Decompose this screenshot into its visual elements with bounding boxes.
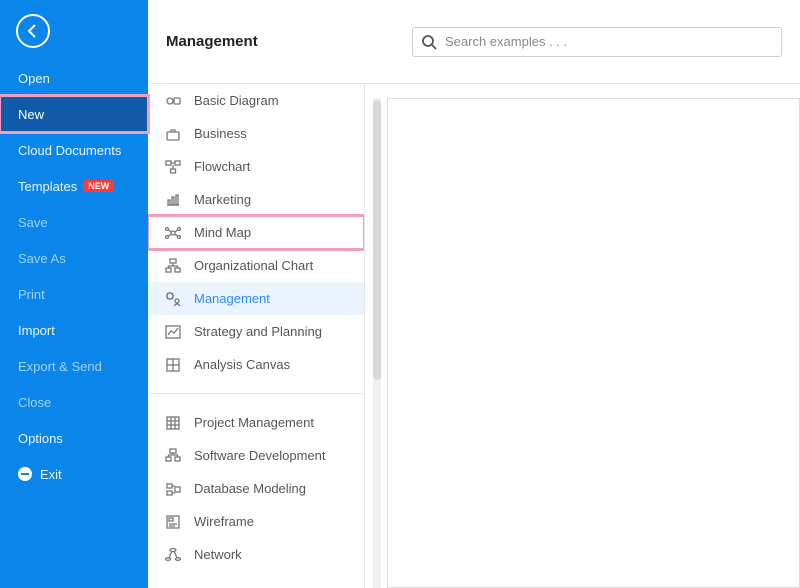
sidebar-item-print[interactable]: Print	[0, 276, 148, 312]
category-basic-diagram[interactable]: Basic Diagram	[148, 84, 364, 117]
barchart-icon	[164, 191, 182, 209]
wireframe-icon	[164, 513, 182, 531]
sidebar-item-close[interactable]: Close	[0, 384, 148, 420]
header: Management	[148, 0, 800, 84]
mindmap-icon	[164, 224, 182, 242]
sidebar: Open New Cloud Documents Templates NEW Save Sa…	[0, 0, 148, 588]
category-analysis-canvas[interactable]: Analysis Canvas	[148, 348, 364, 381]
content: Basic Diagram Business Flowchart Marketing M…	[148, 84, 800, 588]
category-label: Marketing	[194, 192, 251, 207]
category-organizational-chart[interactable]: Organizational Chart	[148, 249, 364, 282]
category-label: Network	[194, 547, 242, 562]
category-label: Software Development	[194, 448, 326, 463]
preview-scrollbar-thumb[interactable]	[373, 100, 381, 380]
category-label: Mind Map	[194, 225, 251, 240]
category-label: Basic Diagram	[194, 93, 279, 108]
category-list: Basic Diagram Business Flowchart Marketing M…	[148, 84, 365, 588]
preview-scrollbar[interactable]	[373, 98, 381, 588]
category-label: Analysis Canvas	[194, 357, 290, 372]
sidebar-item-label: Save	[18, 215, 48, 230]
back-button[interactable]	[16, 14, 50, 48]
sidebar-item-label: Print	[18, 287, 45, 302]
category-strategy-and-planning[interactable]: Strategy and Planning	[148, 315, 364, 348]
exit-icon	[18, 467, 32, 481]
sidebar-item-label: Exit	[40, 467, 62, 482]
sidebar-item-cloud-documents[interactable]: Cloud Documents	[0, 132, 148, 168]
grid2-icon	[164, 356, 182, 374]
category-management[interactable]: Management	[148, 282, 364, 315]
sidebar-item-open[interactable]: Open	[0, 60, 148, 96]
category-marketing[interactable]: Marketing	[148, 183, 364, 216]
sidebar-item-label: New	[18, 107, 44, 122]
sidebar-item-options[interactable]: Options	[0, 420, 148, 456]
flowchart-icon	[164, 158, 182, 176]
sidebar-item-new[interactable]: New	[0, 96, 148, 132]
sidebar-item-label: Save As	[18, 251, 66, 266]
sidebar-item-label: Cloud Documents	[18, 143, 121, 158]
category-divider	[148, 393, 364, 394]
category-label: Project Management	[194, 415, 314, 430]
software-icon	[164, 447, 182, 465]
new-badge: NEW	[83, 180, 114, 192]
category-flowchart[interactable]: Flowchart	[148, 150, 364, 183]
sidebar-item-label: Templates	[18, 179, 77, 194]
search-icon	[421, 34, 437, 50]
category-label: Management	[194, 291, 270, 306]
search-box[interactable]	[412, 27, 782, 57]
sidebar-item-label: Options	[18, 431, 63, 446]
linechart-icon	[164, 323, 182, 341]
arrow-left-icon	[24, 22, 42, 40]
gearuser-icon	[164, 290, 182, 308]
preview-card[interactable]	[387, 98, 800, 588]
database-icon	[164, 480, 182, 498]
briefcase-icon	[164, 125, 182, 143]
category-software-development[interactable]: Software Development	[148, 439, 364, 472]
grid4-icon	[164, 414, 182, 432]
category-label: Database Modeling	[194, 481, 306, 496]
preview-area	[365, 84, 800, 588]
sidebar-item-templates[interactable]: Templates NEW	[0, 168, 148, 204]
category-project-management[interactable]: Project Management	[148, 406, 364, 439]
category-network[interactable]: Network	[148, 538, 364, 571]
sidebar-item-export-send[interactable]: Export & Send	[0, 348, 148, 384]
org-icon	[164, 257, 182, 275]
category-wireframe[interactable]: Wireframe	[148, 505, 364, 538]
basic-icon	[164, 92, 182, 110]
sidebar-item-label: Import	[18, 323, 55, 338]
category-label: Strategy and Planning	[194, 324, 322, 339]
sidebar-item-save-as[interactable]: Save As	[0, 240, 148, 276]
sidebar-item-import[interactable]: Import	[0, 312, 148, 348]
sidebar-item-exit[interactable]: Exit	[0, 456, 148, 492]
category-label: Wireframe	[194, 514, 254, 529]
sidebar-item-save[interactable]: Save	[0, 204, 148, 240]
category-mind-map[interactable]: Mind Map	[148, 216, 364, 249]
sidebar-item-label: Open	[18, 71, 50, 86]
network-icon	[164, 546, 182, 564]
sidebar-item-label: Export & Send	[18, 359, 102, 374]
sidebar-item-label: Close	[18, 395, 51, 410]
category-label: Organizational Chart	[194, 258, 313, 273]
category-label: Business	[194, 126, 247, 141]
category-label: Flowchart	[194, 159, 250, 174]
main-area: Management Basic Diagram Business Flowchar…	[148, 0, 800, 588]
page-title: Management	[166, 33, 258, 50]
category-database-modeling[interactable]: Database Modeling	[148, 472, 364, 505]
search-input[interactable]	[445, 34, 773, 49]
category-business[interactable]: Business	[148, 117, 364, 150]
